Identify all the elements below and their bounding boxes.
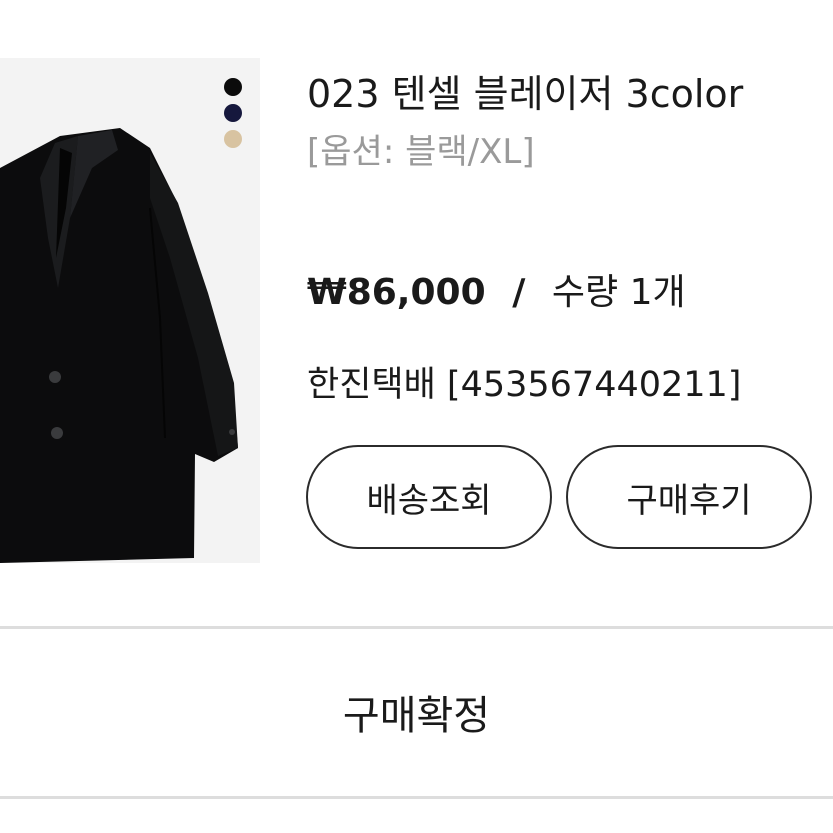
- track-delivery-button[interactable]: 배송조회: [306, 445, 552, 549]
- courier-tracking-info: 한진택배 [453567440211]: [307, 365, 742, 405]
- confirm-purchase-button[interactable]: 구매확정: [0, 628, 833, 796]
- color-dot-navy: [224, 104, 242, 122]
- color-dot-beige: [224, 130, 242, 148]
- color-options: [224, 78, 244, 156]
- price-row: ₩86,000 / 수량 1개: [307, 268, 686, 318]
- product-option: [옵션: 블랙/XL]: [307, 132, 535, 172]
- price-separator: /: [512, 272, 526, 313]
- product-image[interactable]: [0, 58, 260, 563]
- write-review-label: 구매후기: [626, 480, 752, 521]
- price: ₩86,000: [307, 272, 486, 313]
- blazer-icon: [0, 128, 238, 563]
- confirm-purchase-label: 구매확정: [342, 693, 491, 739]
- color-dot-black: [224, 78, 242, 96]
- quantity: 수량 1개: [551, 272, 686, 313]
- divider: [0, 796, 833, 799]
- track-delivery-label: 배송조회: [366, 480, 492, 521]
- product-title: 023 텐셀 블레이저 3color: [307, 72, 744, 116]
- write-review-button[interactable]: 구매후기: [566, 445, 812, 549]
